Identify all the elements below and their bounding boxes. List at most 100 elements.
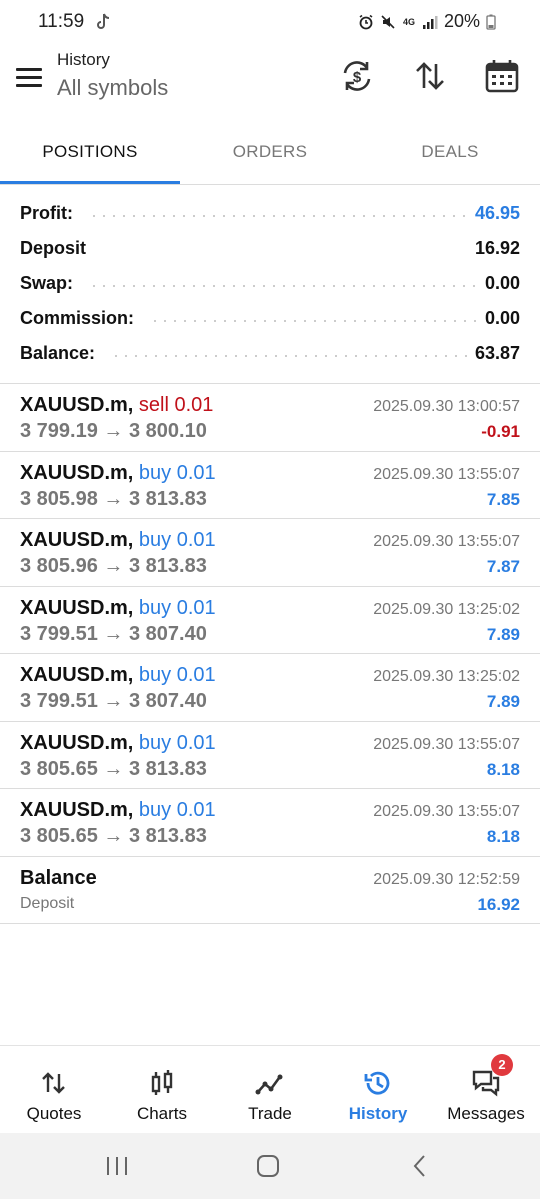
position-profit: 7.89	[486, 692, 520, 711]
position-prices: 3 799.51 → 3 807.40	[20, 690, 207, 712]
summary-label: Deposit	[20, 238, 95, 259]
dot-leader	[150, 319, 477, 322]
summary-value: 16.92	[474, 238, 520, 258]
messages-badge: 2	[491, 1054, 513, 1076]
home-icon[interactable]	[253, 1151, 283, 1181]
position-symbol: XAUUSD.m,	[20, 529, 134, 551]
battery-level: 20%	[443, 11, 480, 31]
position-symbol: XAUUSD.m,	[20, 596, 134, 619]
menu-icon[interactable]	[16, 68, 42, 88]
balance-amount: 16.92	[477, 894, 520, 914]
position-symbol: XAUUSD.m,	[20, 394, 134, 416]
position-date: 2025.09.30 13:55:07	[373, 735, 520, 753]
summary-label: Commission:	[20, 308, 143, 329]
symbol-filter[interactable]: All symbols	[57, 75, 168, 101]
position-prices: 3 805.65 → 3 813.83	[20, 825, 207, 847]
nav-label: Charts	[136, 1104, 188, 1123]
status-time: 11:59	[38, 11, 85, 32]
summary-value: 0.00	[484, 273, 520, 293]
list-item[interactable]: XAUUSD.m, buy 0.01 3 799.51 → 3 807.40 2…	[0, 587, 540, 654]
balance-subtitle: Deposit	[20, 894, 75, 912]
position-side: buy 0.01	[138, 529, 216, 551]
position-side: buy 0.01	[138, 799, 216, 821]
balance-date: 2025.09.30 12:52:59	[373, 870, 520, 888]
position-date: 2025.09.30 13:55:07	[373, 803, 520, 820]
nav-charts[interactable]: Charts	[108, 1046, 216, 1133]
summary-value: 0.00	[484, 308, 520, 328]
back-icon[interactable]	[405, 1151, 435, 1181]
signal-icon	[422, 14, 438, 30]
position-prices: 3 805.96 → 3 813.83	[20, 555, 207, 577]
position-symbol: XAUUSD.m,	[20, 731, 134, 754]
history-icon	[364, 1071, 390, 1095]
quotes-icon	[42, 1072, 65, 1094]
position-side: buy 0.01	[138, 664, 216, 686]
system-nav-bar	[0, 1133, 540, 1199]
position-side: buy 0.01	[138, 461, 216, 484]
network-type: 4G	[402, 16, 415, 27]
list-item[interactable]: XAUUSD.m, buy 0.01 3 805.98 → 3 813.83 2…	[0, 452, 540, 519]
nav-trade[interactable]: Trade	[216, 1046, 324, 1133]
position-date: 2025.09.30 13:55:07	[373, 533, 520, 550]
position-date: 2025.09.30 13:00:57	[373, 398, 520, 415]
list-item[interactable]: XAUUSD.m, buy 0.01 3 805.65 → 3 813.83 2…	[0, 722, 540, 789]
dot-leader	[89, 214, 467, 217]
list-item[interactable]: XAUUSD.m, buy 0.01 3 805.96 → 3 813.83 2…	[0, 519, 540, 587]
status-bar: 11:59 4G 20%	[0, 0, 540, 44]
tiktok-icon	[94, 12, 112, 32]
balance-entry[interactable]: Balance Deposit 2025.09.30 12:52:59 16.9…	[0, 857, 540, 924]
summary-label: Balance:	[20, 343, 104, 364]
tab-divider	[0, 184, 540, 185]
position-side: buy 0.01	[138, 596, 216, 619]
calendar-icon[interactable]	[484, 58, 520, 94]
tab-deals[interactable]: DEALS	[360, 128, 540, 184]
nav-label: History	[348, 1104, 408, 1123]
position-profit: 8.18	[486, 759, 520, 779]
position-symbol: XAUUSD.m,	[20, 799, 134, 821]
summary-value: 46.95	[474, 203, 520, 223]
position-prices: 3 799.51 → 3 807.40	[20, 622, 207, 645]
title-box[interactable]: History All symbols	[57, 50, 168, 101]
position-date: 2025.09.30 13:25:02	[373, 600, 520, 618]
summary-row-balance: Balance: 63.87	[20, 336, 520, 371]
nav-quotes[interactable]: Quotes	[0, 1046, 108, 1133]
nav-messages[interactable]: 2 Messages	[432, 1046, 540, 1133]
charts-icon	[151, 1070, 173, 1095]
nav-label: Trade	[248, 1104, 292, 1123]
position-date: 2025.09.30 13:55:07	[373, 465, 520, 483]
page-title: History	[57, 50, 110, 69]
summary-label: Swap:	[20, 273, 82, 294]
list-item[interactable]: XAUUSD.m, sell 0.01 3 799.19 → 3 800.10 …	[0, 384, 540, 452]
dot-leader	[89, 284, 477, 287]
position-symbol: XAUUSD.m,	[20, 664, 134, 686]
dot-leader	[111, 354, 467, 357]
sort-icon[interactable]	[412, 58, 448, 94]
dot-leader	[102, 250, 467, 252]
tab-orders[interactable]: ORDERS	[180, 128, 360, 184]
position-profit: -0.91	[481, 422, 520, 441]
list-item[interactable]: XAUUSD.m, buy 0.01 3 799.51 → 3 807.40 2…	[0, 654, 540, 722]
summary-value: 63.87	[474, 343, 520, 363]
tab-bar: POSITIONS ORDERS DEALS	[0, 128, 540, 184]
position-prices: 3 805.98 → 3 813.83	[20, 487, 207, 510]
position-side: sell 0.01	[138, 394, 214, 416]
list-item[interactable]: XAUUSD.m, buy 0.01 3 805.65 → 3 813.83 2…	[0, 789, 540, 857]
nav-label: Quotes	[26, 1104, 82, 1123]
recent-apps-icon[interactable]	[102, 1151, 132, 1181]
trade-icon	[255, 1074, 283, 1095]
summary-label: Profit:	[20, 203, 81, 224]
alarm-icon	[358, 14, 374, 30]
position-profit: 7.85	[486, 489, 520, 509]
tab-positions[interactable]: POSITIONS	[0, 128, 180, 184]
positions-list: XAUUSD.m, sell 0.01 3 799.19 → 3 800.10 …	[0, 384, 540, 924]
summary-row-deposit: Deposit 16.92	[20, 231, 520, 266]
position-prices: 3 805.65 → 3 813.83	[20, 757, 207, 780]
nav-history[interactable]: History	[324, 1046, 432, 1133]
bottom-nav: Quotes Charts Trade History 2 Messages	[0, 1045, 540, 1133]
position-prices: 3 799.19 → 3 800.10	[20, 420, 207, 442]
mute-icon	[380, 14, 396, 30]
battery-icon	[486, 14, 502, 30]
currency-exchange-icon[interactable]: $	[339, 58, 375, 94]
app-header: History All symbols $	[0, 44, 540, 120]
position-profit: 7.89	[486, 624, 520, 644]
